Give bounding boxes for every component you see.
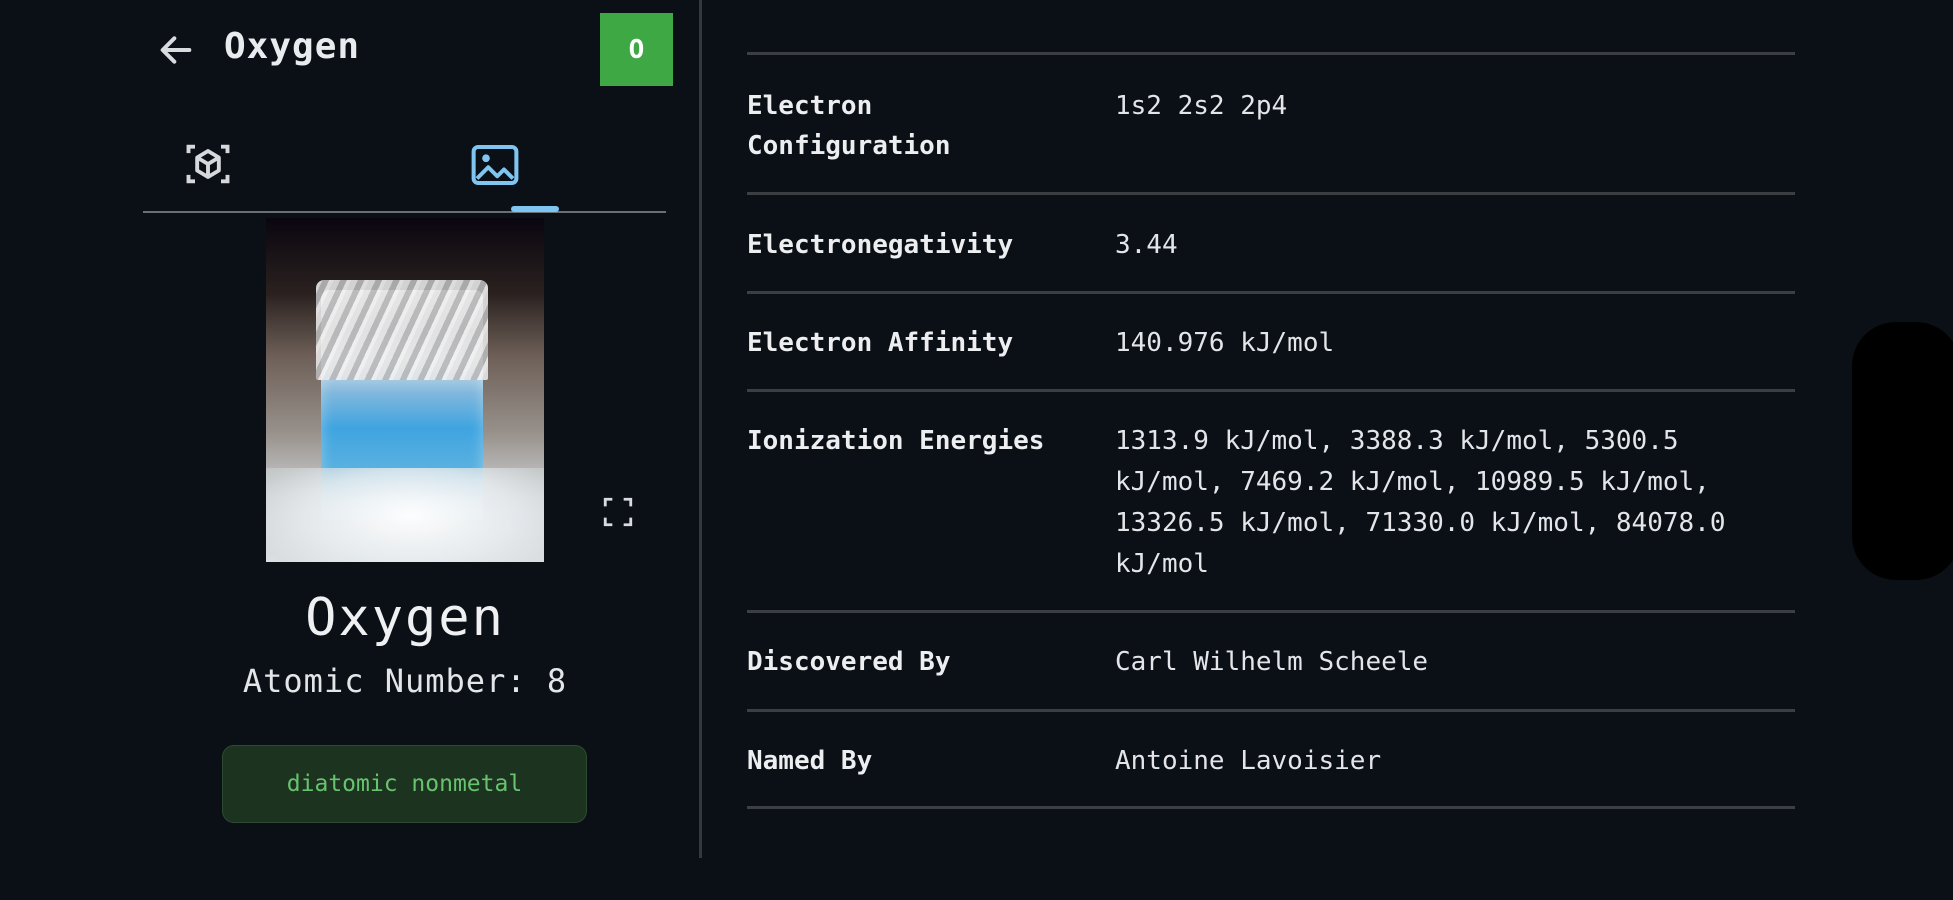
property-label: Electronegativity	[747, 230, 1014, 260]
selected-tab-indicator	[511, 206, 559, 212]
row-divider	[747, 709, 1795, 712]
row-divider	[747, 610, 1795, 613]
back-button[interactable]	[152, 28, 200, 72]
fullscreen-button[interactable]	[598, 492, 638, 532]
property-value: 1s2 2s2 2p4	[1115, 91, 1288, 121]
atomic-number: Atomic Number: 8	[242, 662, 568, 700]
image-icon	[471, 144, 519, 186]
property-label: Ionization Energies	[747, 426, 1045, 456]
property-value: 140.976 kJ/mol	[1115, 328, 1335, 358]
atom-3d-icon	[186, 144, 230, 184]
element-name: Oxygen	[305, 588, 505, 648]
arrow-left-icon	[160, 36, 192, 64]
photo-foil-cover	[316, 280, 488, 380]
view-tabs	[143, 128, 666, 214]
row-divider	[747, 389, 1795, 392]
panel-divider	[699, 0, 702, 858]
property-value: 3.44	[1115, 230, 1178, 260]
row-divider	[747, 192, 1795, 195]
property-label: Electron Affinity	[747, 328, 1014, 358]
row-divider	[747, 52, 1795, 55]
property-value: 1313.9 kJ/mol, 3388.3 kJ/mol, 5300.5 kJ/…	[1115, 426, 1726, 579]
row-divider	[747, 806, 1795, 809]
property-label: Electron Configuration	[747, 91, 951, 161]
property-label: Discovered By	[747, 647, 951, 677]
element-symbol-badge: O	[600, 13, 673, 86]
tabs-divider	[143, 211, 666, 213]
properties-panel: Electron Configuration 1s2 2s2 2p4 Elect…	[747, 0, 1795, 900]
fullscreen-icon	[603, 497, 633, 527]
category-chip: diatomic nonmetal	[222, 745, 587, 823]
property-label: Named By	[747, 746, 873, 776]
element-summary-panel: Oxygen O Oxygen Atomic Number: 8 diatomi…	[0, 0, 700, 900]
page-title: Oxygen	[224, 26, 361, 67]
property-value: Antoine Lavoisier	[1115, 746, 1382, 776]
scrollbar-thumb[interactable]	[1852, 322, 1953, 580]
element-photo	[266, 218, 544, 562]
row-divider	[747, 291, 1795, 294]
photo-mist	[266, 468, 544, 562]
property-value: Carl Wilhelm Scheele	[1115, 647, 1429, 677]
